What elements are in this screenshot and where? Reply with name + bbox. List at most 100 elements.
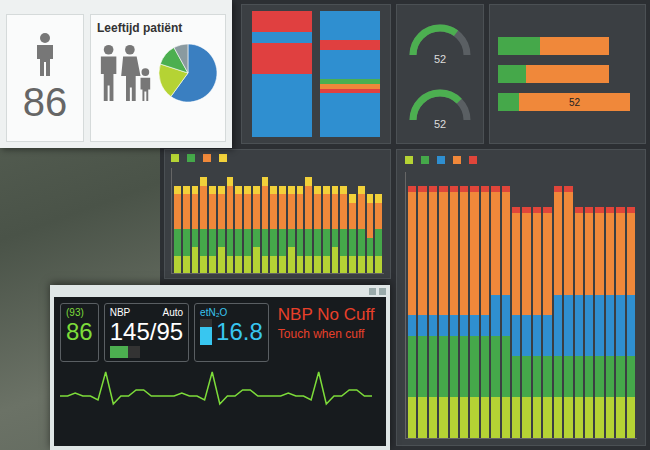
chart-bar[interactable]	[554, 172, 562, 438]
heat-segment[interactable]	[252, 11, 312, 32]
hbar-segment[interactable]	[498, 65, 526, 83]
chart-bar[interactable]	[305, 168, 312, 273]
chart-bar[interactable]	[349, 168, 356, 273]
chart-bar[interactable]	[340, 168, 347, 273]
alarm-message[interactable]: NBP No CuffTouch when cuff	[274, 303, 375, 362]
chart-bar[interactable]	[470, 172, 478, 438]
chart-bar[interactable]	[418, 172, 426, 438]
legend-swatch[interactable]	[203, 154, 211, 162]
hbar-segment[interactable]	[498, 37, 540, 55]
chart-bar[interactable]	[429, 172, 437, 438]
bar-segment	[554, 356, 562, 397]
heat-segment[interactable]	[320, 11, 380, 40]
bar-area	[171, 168, 384, 274]
bar-segment	[491, 295, 499, 336]
bar-segment	[502, 295, 510, 336]
chart-bar[interactable]	[408, 172, 416, 438]
chart-bar[interactable]	[200, 168, 207, 273]
chart-bar[interactable]	[209, 168, 216, 273]
bar-segment	[332, 194, 339, 229]
bar-segment	[627, 295, 635, 356]
chart-bar[interactable]	[235, 168, 242, 273]
chart-bar[interactable]	[502, 172, 510, 438]
hbar-segment[interactable]	[526, 65, 609, 83]
heat-segment[interactable]	[252, 43, 312, 75]
legend-swatch[interactable]	[405, 156, 413, 164]
chart-bar[interactable]	[439, 172, 447, 438]
legend-swatch[interactable]	[421, 156, 429, 164]
bar-segment	[585, 295, 593, 356]
chart-legend	[405, 156, 637, 166]
chart-bar[interactable]	[270, 168, 277, 273]
bar-segment	[358, 229, 365, 255]
chart-bar[interactable]	[450, 172, 458, 438]
legend-swatch[interactable]	[437, 156, 445, 164]
chart-bar[interactable]	[297, 168, 304, 273]
bar-segment	[218, 194, 225, 229]
chart-bar[interactable]	[288, 168, 295, 273]
chart-bar[interactable]	[375, 168, 382, 273]
heat-segment[interactable]	[320, 93, 380, 137]
chart-bar[interactable]	[367, 168, 374, 273]
person-icon	[30, 32, 60, 76]
chart-bar[interactable]	[218, 168, 225, 273]
chart-bar[interactable]	[192, 168, 199, 273]
chart-bar[interactable]	[332, 168, 339, 273]
patient-count-card[interactable]: 86	[6, 14, 84, 142]
vital-hr[interactable]: (93)86	[60, 303, 99, 362]
chart-bar[interactable]	[533, 172, 541, 438]
chart-bar[interactable]	[174, 168, 181, 273]
chart-bar[interactable]	[262, 168, 269, 273]
hbar-segment[interactable]	[498, 93, 519, 111]
bar-segment	[192, 229, 199, 246]
chart-bar[interactable]	[227, 168, 234, 273]
chart-bar[interactable]	[481, 172, 489, 438]
chart-bar[interactable]	[522, 172, 530, 438]
chart-bar[interactable]	[512, 172, 520, 438]
bar-segment	[512, 397, 520, 438]
chart-bar[interactable]	[323, 168, 330, 273]
hbar-segment[interactable]	[540, 37, 610, 55]
heat-segment[interactable]	[252, 32, 312, 43]
chart-bar[interactable]	[627, 172, 635, 438]
bar-segment	[491, 192, 499, 294]
bar-segment	[297, 194, 304, 229]
bar-segment	[408, 336, 416, 397]
legend-swatch[interactable]	[219, 154, 227, 162]
chart-bar[interactable]	[460, 172, 468, 438]
vital-nbp[interactable]: NBPAuto145/95	[104, 303, 189, 362]
bar-segment	[460, 315, 468, 335]
vital-gas[interactable]: etN₂O16.8	[194, 303, 269, 362]
bar-segment	[279, 229, 286, 255]
hbar-segment[interactable]: 52	[519, 93, 630, 111]
chart-bar[interactable]	[279, 168, 286, 273]
chart-bar[interactable]	[183, 168, 190, 273]
heat-segment[interactable]	[320, 50, 380, 79]
legend-swatch[interactable]	[453, 156, 461, 164]
chart-bar[interactable]	[564, 172, 572, 438]
bar-segment	[192, 194, 199, 229]
heat-column	[320, 11, 380, 137]
pie-slice[interactable]	[174, 44, 188, 73]
bar-segment	[262, 229, 269, 255]
legend-swatch[interactable]	[469, 156, 477, 164]
chart-bar[interactable]	[543, 172, 551, 438]
minimize-icon[interactable]	[369, 288, 376, 295]
chart-bar[interactable]	[585, 172, 593, 438]
chart-bar[interactable]	[491, 172, 499, 438]
legend-swatch[interactable]	[171, 154, 179, 162]
heat-segment[interactable]	[320, 40, 380, 50]
chart-bar[interactable]	[244, 168, 251, 273]
legend-swatch[interactable]	[187, 154, 195, 162]
heat-segment[interactable]	[252, 74, 312, 137]
chart-bar[interactable]	[575, 172, 583, 438]
chart-bar[interactable]	[606, 172, 614, 438]
chart-bar[interactable]	[253, 168, 260, 273]
bar-segment	[323, 229, 330, 255]
chart-bar[interactable]	[358, 168, 365, 273]
chart-bar[interactable]	[616, 172, 624, 438]
close-icon[interactable]	[379, 288, 386, 295]
chart-bar[interactable]	[595, 172, 603, 438]
age-card[interactable]: Leeftijd patiënt	[90, 14, 226, 142]
chart-bar[interactable]	[314, 168, 321, 273]
